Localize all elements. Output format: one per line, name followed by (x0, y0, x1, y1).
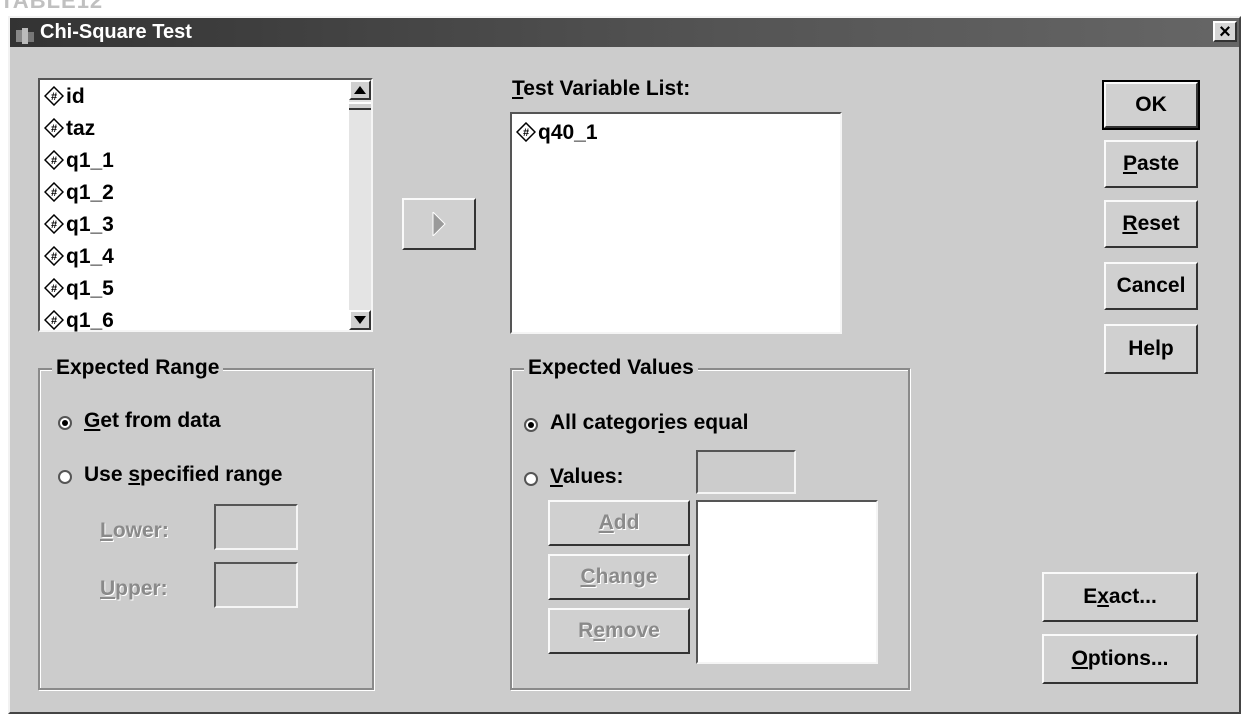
list-item[interactable]: # id (44, 82, 85, 112)
variable-name: taz (66, 117, 96, 140)
list-item[interactable]: # q1_4 (44, 242, 114, 272)
title-bar[interactable]: Chi-Square Test × (10, 18, 1239, 47)
variable-name: q40_1 (538, 121, 598, 144)
numeric-variable-icon: # (44, 118, 64, 138)
upper-input[interactable] (214, 562, 298, 608)
svg-text:#: # (523, 127, 529, 139)
variable-name: id (66, 85, 85, 108)
variable-name: q1_4 (66, 245, 114, 268)
remove-button[interactable]: Re move (548, 608, 690, 654)
svg-text:#: # (51, 123, 57, 135)
ok-button[interactable]: OK (1102, 80, 1200, 130)
numeric-variable-icon: # (44, 214, 64, 234)
values-input[interactable] (696, 450, 796, 494)
list-item[interactable]: # q1_6 (44, 306, 114, 336)
right-arrow-icon (432, 212, 446, 236)
help-button[interactable]: Help (1104, 324, 1198, 374)
scroll-up-button[interactable] (349, 80, 371, 100)
radio-selected-dot (528, 422, 534, 428)
source-list-scrollbar[interactable] (349, 80, 371, 330)
get-from-data-label[interactable]: Get from data (84, 408, 221, 434)
test-variable-list-label: Test Variable List: (512, 77, 691, 100)
values-label[interactable]: Values: (550, 464, 624, 490)
scroll-down-button[interactable] (349, 310, 371, 330)
variable-name: q1_1 (66, 149, 114, 172)
all-categories-equal-radio[interactable] (524, 418, 538, 432)
expected-range-group: Expected Range Get from data Use specifi… (38, 355, 374, 690)
close-icon[interactable]: × (1213, 21, 1237, 42)
expected-values-list[interactable] (696, 500, 878, 664)
scroll-thumb[interactable] (349, 102, 371, 110)
lower-label: Lower: (100, 519, 169, 542)
svg-text:#: # (51, 219, 57, 231)
variable-name: q1_2 (66, 181, 114, 204)
window-title: Chi-Square Test (40, 21, 192, 43)
get-from-data-radio[interactable] (58, 416, 72, 430)
test-variable-list[interactable]: # q40_1 (510, 112, 842, 334)
svg-text:#: # (51, 187, 57, 199)
numeric-variable-icon: # (44, 150, 64, 170)
svg-text:#: # (51, 91, 57, 103)
cancel-button[interactable]: Cancel (1104, 262, 1198, 310)
list-item[interactable]: # q1_3 (44, 210, 114, 240)
paste-button[interactable]: Paste (1104, 140, 1198, 188)
values-radio[interactable] (524, 472, 538, 486)
numeric-variable-icon: # (44, 246, 64, 266)
add-button[interactable]: Add (548, 500, 690, 546)
list-item[interactable]: # q1_5 (44, 274, 114, 304)
use-specified-range-label[interactable]: Use specified range (84, 462, 282, 488)
list-item[interactable]: # q1_2 (44, 178, 114, 208)
variable-name: q1_3 (66, 213, 114, 236)
options-button[interactable]: Options... (1042, 634, 1198, 684)
arrow-down-icon (354, 316, 366, 324)
svg-text:#: # (51, 283, 57, 295)
svg-text:#: # (51, 155, 57, 167)
list-item[interactable]: # q40_1 (516, 118, 598, 148)
expected-range-title: Expected Range (52, 355, 224, 381)
upper-label: Upper: (100, 577, 168, 600)
svg-text:#: # (51, 315, 57, 327)
radio-selected-dot (62, 420, 68, 426)
reset-button[interactable]: Reset (1104, 200, 1198, 248)
chi-square-dialog: Chi-Square Test × # id # taz # q1_1 # q1_2 # q1_3… (8, 16, 1241, 714)
lower-input[interactable] (214, 504, 298, 550)
numeric-variable-icon: # (516, 122, 536, 142)
numeric-variable-icon: # (44, 278, 64, 298)
list-item[interactable]: # q1_1 (44, 146, 114, 176)
numeric-variable-icon: # (44, 310, 64, 330)
variable-name: q1_5 (66, 277, 114, 300)
use-specified-range-radio[interactable] (58, 470, 72, 484)
numeric-variable-icon: # (44, 182, 64, 202)
svg-text:#: # (51, 251, 57, 263)
expected-values-group: Expected Values All categories equal Val… (510, 355, 910, 690)
move-to-test-list-button[interactable] (402, 198, 476, 250)
arrow-up-icon (354, 86, 366, 94)
change-button[interactable]: Change (548, 554, 690, 600)
all-categories-equal-label[interactable]: All categories equal (550, 410, 748, 436)
expected-values-title: Expected Values (524, 355, 698, 381)
list-item[interactable]: # taz (44, 114, 95, 144)
numeric-variable-icon: # (44, 86, 64, 106)
spss-app-icon (16, 24, 34, 44)
exact-button[interactable]: Ex act... (1042, 572, 1198, 622)
page-label: TABLE12 (0, 0, 104, 13)
source-variable-list[interactable]: # id # taz # q1_1 # q1_2 # q1_3 # q1_4 # q1_5 # q1_6 (38, 78, 373, 332)
variable-name: q1_6 (66, 309, 114, 332)
